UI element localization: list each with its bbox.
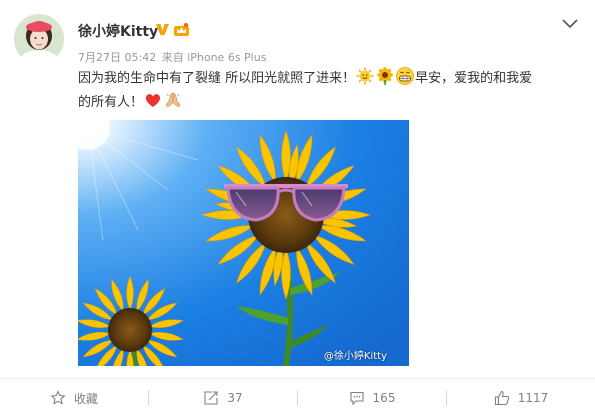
avatar[interactable] — [14, 14, 64, 64]
sunflower-icon — [377, 67, 394, 85]
repost-count: 37 — [227, 391, 243, 405]
verified-v-icon — [156, 24, 169, 35]
comment-button[interactable]: 165 — [298, 379, 446, 417]
vip-crown-icon[interactable] — [173, 22, 190, 37]
comment-icon — [349, 391, 364, 406]
like-count: 1117 — [517, 391, 549, 405]
comment-count: 165 — [372, 391, 396, 405]
post-text-line1-tail: 早安，爱我的和我爱 — [415, 71, 533, 86]
sun-face-icon — [356, 67, 374, 85]
star-icon — [50, 390, 66, 405]
favorite-label: 收藏 — [73, 391, 98, 406]
post-text: 因为我的生命中有了裂缝 所以阳光就照了进来！ 早安，爱我的和我爱 的所有人！ — [78, 67, 578, 115]
folded-hands-icon — [165, 92, 181, 108]
thumbs-up-icon — [494, 390, 509, 406]
post-meta: 7月27日 05:42 来自 iPhone 6s Plus — [78, 49, 266, 65]
post-text-line1: 因为我的生命中有了裂缝 所以阳光就照了进来！ — [78, 71, 356, 86]
post-source: 来自 iPhone 6s Plus — [161, 51, 267, 64]
post-text-line2: 的所有人！ — [78, 95, 144, 110]
post-time[interactable]: 7月27日 05:42 — [78, 51, 156, 64]
photo-watermark: @徐小婷Kitty — [323, 351, 387, 362]
chevron-down-icon[interactable] — [561, 18, 579, 30]
repost-icon — [204, 391, 218, 405]
repost-button[interactable]: 37 — [149, 379, 297, 417]
grin-face-icon — [396, 67, 415, 85]
favorite-button[interactable]: 收藏 — [0, 379, 148, 417]
post-photo[interactable]: @徐小婷Kitty — [78, 120, 409, 366]
like-button[interactable]: 1117 — [447, 379, 595, 417]
username[interactable]: 徐小婷Kitty — [78, 21, 158, 41]
action-bar: 收藏 37 165 1117 — [0, 378, 595, 417]
red-heart-icon — [145, 94, 161, 107]
